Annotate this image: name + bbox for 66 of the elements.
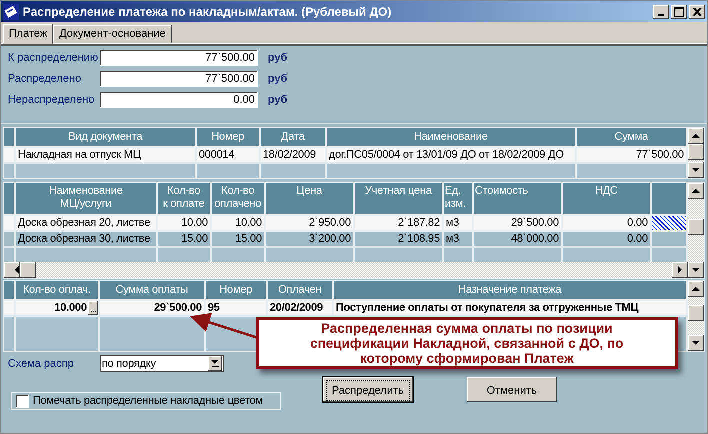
checkbox[interactable] — [16, 394, 29, 408]
column-header[interactable]: Учетная цена — [355, 183, 444, 214]
column-header[interactable]: Дата — [261, 128, 327, 146]
table-row[interactable]: Доска обрезная 30, листве 15.00 15.00 3`200.00 2`108.95 м3 48`000.00 0.00 — [4, 230, 688, 246]
focus-cell[interactable] — [652, 216, 688, 230]
column-header[interactable]: Номер — [197, 128, 261, 146]
column-header[interactable]: Назначение платежа — [334, 281, 688, 299]
scroll-up-button[interactable] — [688, 128, 704, 144]
minimize-button[interactable] — [653, 4, 669, 18]
column-header[interactable]: Номер — [206, 281, 268, 299]
field-label: Распределено — [8, 73, 82, 85]
ellipsis-button[interactable] — [88, 301, 98, 315]
callout-note: Распределенная сумма оплаты по позиции спецификации Накладной, связанной с ДО, по которому сформирован Платеж — [256, 317, 678, 369]
column-header[interactable]: Кол-во оплачено — [212, 183, 266, 214]
checkbox-label: Помечать распределенные накладные цветом — [33, 395, 263, 407]
dialog-button[interactable]: Распределить — [323, 377, 413, 402]
vertical-scrollbar[interactable] — [688, 128, 704, 178]
column-header[interactable]: НДС — [563, 183, 652, 214]
header-cell[interactable] — [652, 183, 688, 214]
column-header[interactable]: Вид документа — [16, 128, 197, 146]
dialog-button[interactable]: Отменить — [467, 377, 557, 402]
field-label: К распределению — [8, 52, 100, 64]
app-icon — [3, 4, 19, 20]
scroll-down-button[interactable] — [688, 335, 704, 351]
window-title: Распределение платежа по накладным/актам. (Рублевый ДО) — [23, 4, 393, 18]
scroll-thumb[interactable] — [688, 219, 704, 235]
column-header[interactable]: Ед. изм. — [444, 183, 474, 214]
field-label: Схема распр — [8, 358, 75, 370]
scroll-thumb[interactable] — [20, 262, 36, 278]
horizontal-scrollbar[interactable] — [4, 262, 688, 278]
scroll-down-button[interactable] — [688, 162, 704, 178]
table-cell: 10.000 — [54, 301, 88, 315]
maximize-button[interactable] — [671, 4, 687, 18]
column-header[interactable]: Сумма — [577, 128, 688, 146]
close-button[interactable] — [689, 4, 705, 18]
column-header[interactable]: Стоимость — [474, 183, 563, 214]
tab[interactable]: Документ-основание — [53, 25, 172, 43]
column-header[interactable]: Сумма оплаты — [100, 281, 206, 299]
tab[interactable]: Платеж — [3, 24, 54, 44]
unit-label: руб — [268, 52, 288, 64]
scroll-right-button[interactable] — [672, 262, 688, 278]
field-label: Нераспределено — [8, 94, 96, 106]
column-header[interactable]: Цена — [266, 183, 355, 214]
unit-label: руб — [268, 94, 288, 106]
scroll-up-button[interactable] — [688, 183, 704, 199]
amount-field[interactable]: 77`500.00 — [100, 50, 258, 66]
vertical-scrollbar[interactable] — [688, 183, 704, 278]
column-header[interactable]: Наименование — [327, 128, 577, 146]
scroll-up-button[interactable] — [688, 281, 704, 297]
column-header[interactable]: Кол-во к оплате — [158, 183, 212, 214]
amount-field[interactable]: 77`500.00 — [100, 71, 258, 87]
column-header[interactable]: Наименование МЦ/услуги — [16, 183, 158, 214]
column-header[interactable]: Оплачен — [268, 281, 334, 299]
scroll-thumb[interactable] — [688, 305, 704, 321]
vertical-scrollbar[interactable] — [688, 281, 704, 351]
amount-field[interactable]: 0.00 — [100, 92, 258, 108]
scroll-thumb[interactable] — [688, 144, 704, 160]
unit-label: руб — [268, 73, 288, 85]
column-header[interactable]: Кол-во оплач. — [16, 281, 100, 299]
table-row[interactable]: 10.000 29`500.00 95 20/02/2009 Поступление оплаты от покупателя за отгруженные ТМЦ — [4, 299, 688, 315]
scheme-dropdown[interactable]: по порядку — [100, 355, 224, 372]
table-row[interactable]: Доска обрезная 20, листве 10.00 10.00 2`950.00 2`187.82 м3 29`500.00 0.00 — [4, 214, 688, 230]
table-row[interactable]: Накладная на отпуск МЦ 000014 18/02/2009 дог.ПС05/0004 от 13/01/09 ДО от 18/02/2009 ДО 77`500.00 — [4, 146, 688, 162]
close-icon — [692, 8, 702, 16]
scroll-left-button[interactable] — [4, 262, 20, 278]
scroll-down-button[interactable] — [688, 262, 704, 278]
